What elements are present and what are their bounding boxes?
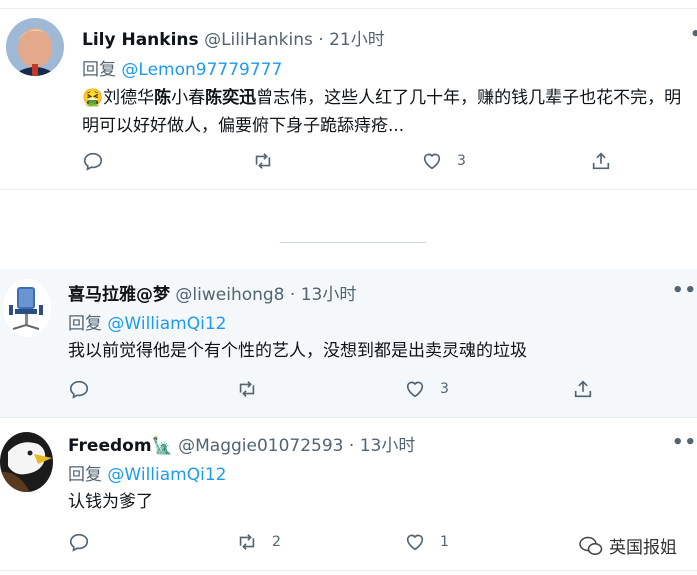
tweet-header: Freedom🗽 @Maggie01072593 · 13小时: [68, 436, 415, 456]
timestamp[interactable]: 13小时: [301, 285, 357, 305]
handle[interactable]: @liweihong8: [175, 285, 284, 305]
retweet-button[interactable]: [236, 378, 258, 400]
avatar[interactable]: [6, 18, 64, 76]
handle[interactable]: @LiliHankins: [204, 30, 313, 50]
separator: ·: [289, 285, 296, 305]
reply-icon: [69, 533, 89, 552]
more-icon[interactable]: •: [690, 24, 697, 45]
handle[interactable]: @Maggie01072593: [178, 436, 343, 456]
reply-button[interactable]: [68, 378, 90, 400]
more-icon[interactable]: •••: [672, 432, 697, 453]
reply-icon: [83, 152, 103, 171]
like-count: 3: [440, 381, 449, 397]
display-name[interactable]: 喜马拉雅@梦: [68, 285, 170, 305]
tweet-text: 我以前觉得他是个有个性的艺人，没想到都是出卖灵魂的垃圾: [68, 341, 527, 361]
like-count: 1: [440, 534, 449, 550]
timestamp[interactable]: 13小时: [360, 436, 416, 456]
share-button[interactable]: [572, 378, 594, 400]
reply-prefix: 回复: [68, 314, 102, 334]
retweet-icon: [255, 153, 271, 169]
watermark: 英国报姐: [579, 533, 677, 558]
text-segment: 小春: [171, 88, 206, 108]
tweet-text: 🤮刘德华陈小春陈奕迅曾志伟，这些人红了几十年，赚的钱几辈子也花不完，明明可以好好…: [82, 84, 692, 140]
retweet-icon: [239, 534, 255, 550]
display-name[interactable]: Freedom: [68, 436, 152, 456]
wechat-icon: [579, 536, 603, 555]
text-segment: 刘德华: [103, 88, 155, 108]
separator: ·: [318, 30, 324, 50]
reply-mention[interactable]: @WilliamQi12: [107, 465, 226, 485]
tweet-header: 喜马拉雅@梦 @liweihong8 · 13小时: [68, 285, 356, 305]
retweet-count: 2: [272, 534, 281, 550]
share-icon: [574, 380, 592, 398]
like-button[interactable]: 1: [404, 531, 449, 553]
like-button[interactable]: 3: [404, 378, 449, 400]
watermark-text: 英国报姐: [609, 538, 677, 558]
like-button[interactable]: 3: [421, 150, 466, 172]
reply-mention[interactable]: @Lemon97779777: [121, 60, 282, 80]
share-button[interactable]: [590, 150, 612, 172]
reply-button[interactable]: [68, 531, 90, 553]
reply-icon: [69, 380, 89, 399]
avatar[interactable]: [0, 432, 53, 492]
like-icon: [406, 381, 424, 398]
reply-context: 回复 @WilliamQi12: [68, 314, 226, 334]
retweet-button[interactable]: 2: [236, 531, 281, 553]
reply-button[interactable]: [82, 150, 104, 172]
retweet-button[interactable]: [252, 150, 274, 172]
reply-context: 回复 @Lemon97779777: [82, 60, 282, 80]
tweet-header: Lily Hankins @LiliHankins · 21小时: [82, 30, 385, 50]
retweet-icon: [239, 381, 255, 397]
timestamp[interactable]: 21小时: [329, 30, 385, 50]
text-segment-bold: 陈奕迅: [205, 88, 257, 108]
more-icon[interactable]: •••: [672, 280, 697, 301]
like-count: 3: [457, 153, 466, 169]
like-icon: [406, 534, 424, 551]
reply-prefix: 回复: [68, 465, 102, 485]
reply-prefix: 回复: [82, 60, 116, 80]
text-segment-bold: 陈: [154, 88, 172, 108]
share-icon: [592, 152, 610, 170]
nauseated-emoji: 🤮: [82, 88, 104, 108]
divider: [280, 242, 426, 243]
display-name[interactable]: Lily Hankins: [82, 30, 199, 50]
like-icon: [423, 153, 441, 170]
avatar[interactable]: [3, 279, 51, 337]
reply-mention[interactable]: @WilliamQi12: [107, 314, 226, 334]
statue-of-liberty-emoji: 🗽: [151, 436, 173, 456]
tweet-text: 认钱为爹了: [68, 492, 153, 512]
reply-context: 回复 @WilliamQi12: [68, 465, 226, 485]
separator: ·: [348, 436, 355, 456]
